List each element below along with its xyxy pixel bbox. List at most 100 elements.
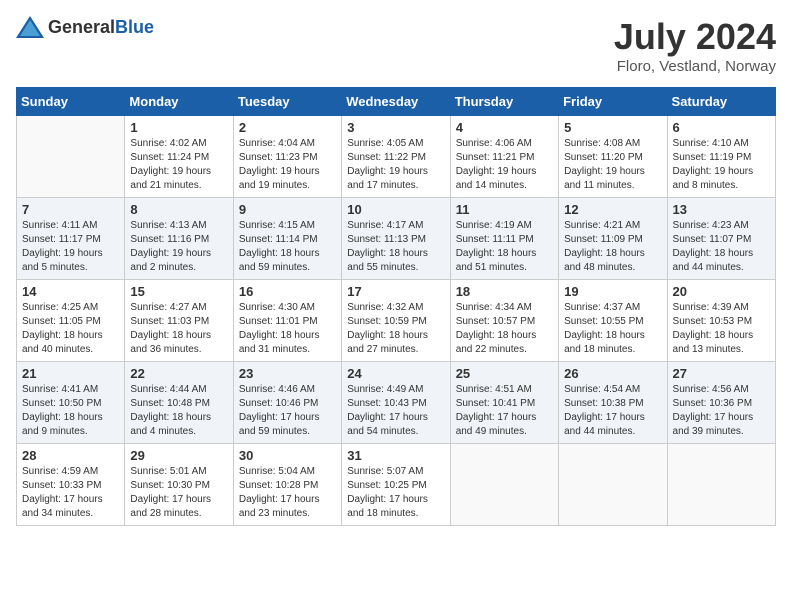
day-number: 23 bbox=[239, 366, 336, 381]
logo-blue: Blue bbox=[115, 17, 154, 37]
day-number: 25 bbox=[456, 366, 553, 381]
day-number: 29 bbox=[130, 448, 227, 463]
day-info: Sunrise: 4:08 AMSunset: 11:20 PMDaylight… bbox=[564, 137, 661, 193]
day-number: 5 bbox=[564, 120, 661, 135]
calendar-cell: 20Sunrise: 4:39 AMSunset: 10:53 PMDaylig… bbox=[667, 280, 775, 362]
weekday-header-row: SundayMondayTuesdayWednesdayThursdayFrid… bbox=[17, 88, 776, 116]
calendar-cell: 12 Sunrise: 4:21 AMSunset: 11:09 PMDaylig… bbox=[559, 198, 667, 280]
day-info: Sunrise: 4:32 AMSunset: 10:59 PMDaylight… bbox=[347, 301, 444, 357]
page-header: GeneralBlue July 2024 Floro, Vestland, N… bbox=[16, 16, 776, 75]
day-info: Sunrise: 4:23 AMSunset: 11:07 PMDaylight… bbox=[673, 219, 770, 275]
day-info: Sunrise: 4:39 AMSunset: 10:53 PMDaylight… bbox=[673, 301, 770, 357]
calendar-cell: 4Sunrise: 4:06 AMSunset: 11:21 PMDayligh… bbox=[450, 116, 558, 198]
calendar-cell: 8 Sunrise: 4:13 AMSunset: 11:16 PMDayligh… bbox=[125, 198, 233, 280]
logo-general: General bbox=[48, 17, 115, 37]
day-number: 10 bbox=[347, 202, 444, 217]
day-info: Sunrise: 4:04 AMSunset: 11:23 PMDaylight… bbox=[239, 137, 336, 193]
calendar-cell: 31 Sunrise: 5:07 AMSunset: 10:25 PMDaylig… bbox=[342, 444, 450, 526]
logo-icon bbox=[16, 16, 44, 38]
day-number: 2 bbox=[239, 120, 336, 135]
month-title: July 2024 bbox=[614, 16, 776, 58]
day-number: 6 bbox=[673, 120, 770, 135]
calendar-week-row: 28Sunrise: 4:59 AMSunset: 10:33 PMDaylig… bbox=[17, 444, 776, 526]
day-info: Sunrise: 4:11 AMSunset: 11:17 PMDaylight… bbox=[22, 219, 119, 275]
calendar-cell: 5 Sunrise: 4:08 AMSunset: 11:20 PMDayligh… bbox=[559, 116, 667, 198]
location-title: Floro, Vestland, Norway bbox=[614, 58, 776, 75]
weekday-header-sunday: Sunday bbox=[17, 88, 125, 116]
day-info: Sunrise: 4:34 AMSunset: 10:57 PMDaylight… bbox=[456, 301, 553, 357]
day-number: 12 bbox=[564, 202, 661, 217]
day-info: Sunrise: 4:05 AMSunset: 11:22 PMDaylight… bbox=[347, 137, 444, 193]
calendar-cell: 3Sunrise: 4:05 AMSunset: 11:22 PMDayligh… bbox=[342, 116, 450, 198]
calendar-cell: 15 Sunrise: 4:27 AMSunset: 11:03 PMDaylig… bbox=[125, 280, 233, 362]
day-number: 14 bbox=[22, 284, 119, 299]
day-number: 16 bbox=[239, 284, 336, 299]
calendar-week-row: 14 Sunrise: 4:25 AMSunset: 11:05 PMDaylig… bbox=[17, 280, 776, 362]
day-number: 11 bbox=[456, 202, 553, 217]
calendar-cell: 26 Sunrise: 4:54 AMSunset: 10:38 PMDaylig… bbox=[559, 362, 667, 444]
day-number: 9 bbox=[239, 202, 336, 217]
calendar-week-row: 1Sunrise: 4:02 AMSunset: 11:24 PMDayligh… bbox=[17, 116, 776, 198]
calendar-cell bbox=[450, 444, 558, 526]
day-number: 8 bbox=[130, 202, 227, 217]
calendar-cell: 1Sunrise: 4:02 AMSunset: 11:24 PMDayligh… bbox=[125, 116, 233, 198]
calendar-cell: 23 Sunrise: 4:46 AMSunset: 10:46 PMDaylig… bbox=[233, 362, 341, 444]
logo: GeneralBlue bbox=[16, 16, 154, 38]
day-info: Sunrise: 4:13 AMSunset: 11:16 PMDaylight… bbox=[130, 219, 227, 275]
calendar-cell: 19 Sunrise: 4:37 AMSunset: 10:55 PMDaylig… bbox=[559, 280, 667, 362]
calendar-cell bbox=[17, 116, 125, 198]
day-info: Sunrise: 4:17 AMSunset: 11:13 PMDaylight… bbox=[347, 219, 444, 275]
day-number: 21 bbox=[22, 366, 119, 381]
calendar-cell: 14 Sunrise: 4:25 AMSunset: 11:05 PMDaylig… bbox=[17, 280, 125, 362]
day-info: Sunrise: 4:37 AMSunset: 10:55 PMDaylight… bbox=[564, 301, 661, 357]
day-info: Sunrise: 4:30 AMSunset: 11:01 PMDaylight… bbox=[239, 301, 336, 357]
calendar-cell: 9 Sunrise: 4:15 AMSunset: 11:14 PMDayligh… bbox=[233, 198, 341, 280]
day-number: 18 bbox=[456, 284, 553, 299]
calendar-cell: 17 Sunrise: 4:32 AMSunset: 10:59 PMDaylig… bbox=[342, 280, 450, 362]
calendar-cell: 29 Sunrise: 5:01 AMSunset: 10:30 PMDaylig… bbox=[125, 444, 233, 526]
calendar-cell: 6 Sunrise: 4:10 AMSunset: 11:19 PMDayligh… bbox=[667, 116, 775, 198]
weekday-header-wednesday: Wednesday bbox=[342, 88, 450, 116]
calendar-cell: 16 Sunrise: 4:30 AMSunset: 11:01 PMDaylig… bbox=[233, 280, 341, 362]
day-number: 4 bbox=[456, 120, 553, 135]
calendar-cell: 22 Sunrise: 4:44 AMSunset: 10:48 PMDaylig… bbox=[125, 362, 233, 444]
calendar-cell: 28Sunrise: 4:59 AMSunset: 10:33 PMDaylig… bbox=[17, 444, 125, 526]
calendar-cell: 13 Sunrise: 4:23 AMSunset: 11:07 PMDaylig… bbox=[667, 198, 775, 280]
day-number: 31 bbox=[347, 448, 444, 463]
calendar-cell: 30Sunrise: 5:04 AMSunset: 10:28 PMDaylig… bbox=[233, 444, 341, 526]
weekday-header-friday: Friday bbox=[559, 88, 667, 116]
day-info: Sunrise: 4:54 AMSunset: 10:38 PMDaylight… bbox=[564, 383, 661, 439]
day-info: Sunrise: 4:44 AMSunset: 10:48 PMDaylight… bbox=[130, 383, 227, 439]
day-info: Sunrise: 4:21 AMSunset: 11:09 PMDaylight… bbox=[564, 219, 661, 275]
day-info: Sunrise: 4:49 AMSunset: 10:43 PMDaylight… bbox=[347, 383, 444, 439]
day-info: Sunrise: 5:07 AMSunset: 10:25 PMDaylight… bbox=[347, 465, 444, 521]
calendar-cell: 10 Sunrise: 4:17 AMSunset: 11:13 PMDaylig… bbox=[342, 198, 450, 280]
day-number: 22 bbox=[130, 366, 227, 381]
day-info: Sunrise: 4:15 AMSunset: 11:14 PMDaylight… bbox=[239, 219, 336, 275]
day-number: 15 bbox=[130, 284, 227, 299]
title-block: July 2024 Floro, Vestland, Norway bbox=[614, 16, 776, 75]
day-info: Sunrise: 4:19 AMSunset: 11:11 PMDaylight… bbox=[456, 219, 553, 275]
day-info: Sunrise: 4:25 AMSunset: 11:05 PMDaylight… bbox=[22, 301, 119, 357]
day-info: Sunrise: 4:27 AMSunset: 11:03 PMDaylight… bbox=[130, 301, 227, 357]
day-number: 13 bbox=[673, 202, 770, 217]
calendar-week-row: 7 Sunrise: 4:11 AMSunset: 11:17 PMDayligh… bbox=[17, 198, 776, 280]
day-number: 30 bbox=[239, 448, 336, 463]
day-info: Sunrise: 4:46 AMSunset: 10:46 PMDaylight… bbox=[239, 383, 336, 439]
day-number: 7 bbox=[22, 202, 119, 217]
weekday-header-tuesday: Tuesday bbox=[233, 88, 341, 116]
calendar-cell bbox=[667, 444, 775, 526]
day-info: Sunrise: 5:01 AMSunset: 10:30 PMDaylight… bbox=[130, 465, 227, 521]
day-info: Sunrise: 4:56 AMSunset: 10:36 PMDaylight… bbox=[673, 383, 770, 439]
day-number: 19 bbox=[564, 284, 661, 299]
logo-text: GeneralBlue bbox=[48, 17, 154, 38]
day-number: 24 bbox=[347, 366, 444, 381]
day-number: 26 bbox=[564, 366, 661, 381]
calendar-cell: 7 Sunrise: 4:11 AMSunset: 11:17 PMDayligh… bbox=[17, 198, 125, 280]
calendar-cell: 2 Sunrise: 4:04 AMSunset: 11:23 PMDayligh… bbox=[233, 116, 341, 198]
day-number: 17 bbox=[347, 284, 444, 299]
calendar-cell: 24 Sunrise: 4:49 AMSunset: 10:43 PMDaylig… bbox=[342, 362, 450, 444]
day-info: Sunrise: 4:51 AMSunset: 10:41 PMDaylight… bbox=[456, 383, 553, 439]
day-info: Sunrise: 4:41 AMSunset: 10:50 PMDaylight… bbox=[22, 383, 119, 439]
day-info: Sunrise: 4:10 AMSunset: 11:19 PMDaylight… bbox=[673, 137, 770, 193]
